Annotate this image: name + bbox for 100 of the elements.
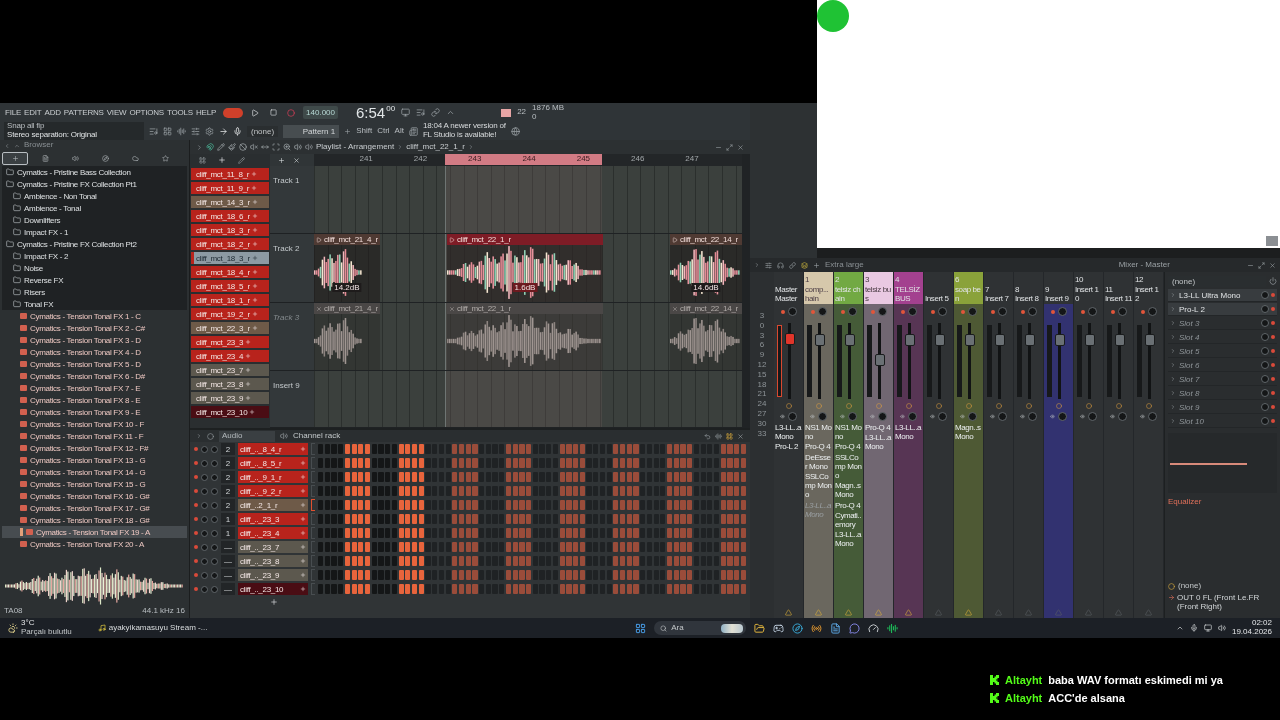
weather-text[interactable]: Parçalı bulutlu [21, 628, 72, 637]
search-field[interactable]: Ara [654, 621, 747, 635]
pattern-item[interactable]: cliff_mct_18_2_r [191, 238, 269, 250]
folder-item[interactable]: Ambience - Tonal [2, 202, 187, 214]
file-item[interactable]: Cymatics - Tension Tonal FX 2 - C# [2, 322, 187, 334]
mixer-strip[interactable]: 3 telsiz bus Pro-Q 4 L3-LL..a Mono [864, 272, 894, 618]
channel-button[interactable]: cliff_.._23_10 [238, 583, 308, 595]
effect-name[interactable]: Pro-Q 4 [865, 423, 892, 433]
file-item[interactable]: Cymatics - Tension Tonal FX 6 - D# [2, 370, 187, 382]
mixer-track-number[interactable]: 2 [221, 499, 235, 511]
mixer-track-number[interactable]: 1 [221, 513, 235, 525]
size-label[interactable]: Extra large [825, 260, 864, 270]
effect-name[interactable]: Pro-L 2 [775, 442, 802, 452]
pattern-item[interactable]: cliff_mct_18_4_r [191, 266, 269, 278]
audio-clip[interactable]: cliff_mct_22_1_r 1.6dB [447, 234, 603, 302]
mixer-strip[interactable]: 12 Insert 12 [1134, 272, 1164, 618]
audio-clip[interactable]: cliff_mct_22_14_r 14.6dB [670, 234, 742, 302]
file-item[interactable]: Cymatics - Tension Tonal FX 11 - F [2, 430, 187, 442]
menu-item[interactable]: PATTERNS [62, 108, 105, 117]
breadcrumb[interactable]: cliff_mct_22_1_r [406, 142, 465, 152]
menu-item[interactable]: ADD [43, 108, 62, 117]
file-item[interactable]: Cymatics - Tension Tonal FX 1 - C [2, 310, 187, 322]
effect-name[interactable]: Pro-Q 4 [805, 442, 832, 452]
mixer-track-number[interactable]: 2 [221, 485, 235, 497]
file-item[interactable]: Cymatics - Tension Tonal FX 10 - F [2, 418, 187, 430]
channel-button[interactable]: cliff_.._8_5_r [238, 457, 308, 469]
pattern-item[interactable]: cliff_mct_23_10 [191, 406, 269, 418]
pattern-selector[interactable]: Pattern 1 [283, 124, 340, 138]
news-text[interactable]: 18:04 A newer version of [422, 122, 506, 131]
menu-item[interactable]: OPTIONS [128, 108, 165, 117]
folder-item[interactable]: Impact FX - 2 [2, 250, 187, 262]
channel-button[interactable]: cliff_.._9_2_r [238, 485, 308, 497]
track-name[interactable]: Track 1 [273, 176, 300, 185]
effect-name[interactable]: L3-LL..a Mono [775, 423, 802, 442]
effect-slot[interactable]: Pro-L 2 [1168, 303, 1277, 316]
folder-item[interactable]: Noise [2, 262, 187, 274]
folder-item[interactable]: Reverse FX [2, 274, 187, 286]
track-name[interactable]: Track 3 [273, 313, 300, 322]
effect-name[interactable]: Magn..s Mono [835, 481, 862, 500]
folder-item[interactable]: Risers [2, 286, 187, 298]
folder-item[interactable]: Cymatics - Pristine FX Collection Pt1 [2, 178, 187, 190]
timeline-ruler[interactable]: 241 242 243 244 245 246 247 [314, 154, 742, 166]
pattern-item[interactable]: cliff_mct_23_4 [191, 350, 269, 362]
effect-name[interactable]: Pro-Q 4 [835, 442, 862, 452]
modifier-key-label[interactable]: Ctrl [377, 126, 390, 136]
pattern-item[interactable]: cliff_mct_23_9 [191, 392, 269, 404]
audio-clip[interactable]: cliff_mct_22_1_r [447, 303, 603, 370]
file-item[interactable]: Cymatics - Tension Tonal FX 8 - E [2, 394, 187, 406]
effect-name[interactable]: Magn..s Mono [955, 423, 982, 442]
news-text[interactable]: FL Studio is available! [422, 131, 506, 140]
track-name[interactable]: Insert 9 [273, 381, 300, 390]
effect-slot[interactable]: Slot 10 [1168, 415, 1277, 428]
pattern-item[interactable]: cliff_mct_23_8 [191, 378, 269, 390]
effect-name[interactable]: Cymati..emory [835, 510, 862, 530]
temperature[interactable]: 3°C [21, 619, 72, 628]
mixer-strip[interactable]: 2 telsiz chain NS1 Mono Pro-Q 4 SSLComp Mono Magn..s Mono Pro-Q 4 Cymati..emory L3-LL..a Mono [834, 272, 864, 618]
mixer-track-number[interactable]: — [221, 541, 235, 553]
effect-name[interactable]: Pro-Q 4 [835, 500, 862, 510]
folder-item[interactable]: Tonal FX [2, 298, 187, 310]
pattern-item[interactable]: cliff_mct_19_2_r [191, 308, 269, 320]
effect-slot[interactable]: Slot 4 [1168, 331, 1277, 344]
group-filter-field[interactable]: Audio [219, 430, 275, 442]
file-item[interactable]: Cymatics - Tension Tonal FX 7 - E [2, 382, 187, 394]
output-label[interactable]: OUT 0 FL (Front Le.FR (Front Right) [1177, 594, 1277, 612]
pattern-item[interactable]: cliff_mct_18_3_r [191, 224, 269, 236]
pattern-item[interactable]: cliff_mct_23_7 [191, 364, 269, 376]
taskbar-app[interactable]: ayakyikamasuyu Stream -... [108, 623, 208, 633]
channel-button[interactable]: cliff_.._8_4_r [238, 443, 308, 455]
channel-button[interactable]: cliff_.._23_3 [238, 513, 308, 525]
pattern-item[interactable]: cliff_mct_18_3_r [191, 252, 269, 264]
effect-slot[interactable]: Slot 9 [1168, 401, 1277, 414]
effect-slot[interactable]: L3-LL Ultra Mono [1168, 289, 1277, 302]
mixer-track-number[interactable]: 1 [221, 527, 235, 539]
tempo-display[interactable]: 140.000 [303, 106, 338, 119]
file-item[interactable]: Cymatics - Tension Tonal FX 20 - A [2, 538, 187, 550]
input-label[interactable]: (none) [1178, 581, 1202, 591]
pattern-item[interactable]: cliff_mct_18_5_r [191, 280, 269, 292]
mixer-strip[interactable]: 4 TELSİZ BUS L3-LL..a Mono [894, 272, 924, 618]
menu-item[interactable]: FILE [4, 108, 23, 117]
mixer-strip[interactable]: 10 Insert 10 [1074, 272, 1104, 618]
pattern-item[interactable]: cliff_mct_14_3_r [191, 196, 269, 208]
file-item[interactable]: Cymatics - Tension Tonal FX 13 - G [2, 454, 187, 466]
file-item[interactable]: Cymatics - Tension Tonal FX 5 - D [2, 358, 187, 370]
mixer-strip[interactable]: 7 Insert 7 [984, 272, 1014, 618]
effect-name[interactable]: L3-LL..a Mono [865, 433, 892, 452]
effect-name[interactable]: SSLComp Mono [835, 452, 862, 481]
clock-time[interactable]: 02:02 [1251, 619, 1272, 628]
channel-button[interactable]: cliff_.._9_1_r [238, 471, 308, 483]
mixer-track-number[interactable]: — [221, 569, 235, 581]
audio-clip[interactable]: cliff_mct_22_14_r [670, 303, 742, 370]
effect-name[interactable]: NS1 Mono [805, 423, 832, 442]
effect-name[interactable]: L3-LL..a Mono [835, 530, 862, 549]
file-item[interactable]: Cymatics - Tension Tonal FX 14 - G [2, 466, 187, 478]
effect-slot[interactable]: Slot 6 [1168, 359, 1277, 372]
folder-item[interactable]: Impact FX - 1 [2, 226, 187, 238]
effect-name[interactable]: DeEsser Mono [805, 452, 832, 471]
file-item[interactable]: Cymatics - Tension Tonal FX 17 - G# [2, 502, 187, 514]
file-item[interactable]: Cymatics - Tension Tonal FX 9 - E [2, 406, 187, 418]
channel-button[interactable]: cliff_.._23_8 [238, 555, 308, 567]
pattern-item[interactable]: cliff_mct_22_3_r [191, 322, 269, 334]
